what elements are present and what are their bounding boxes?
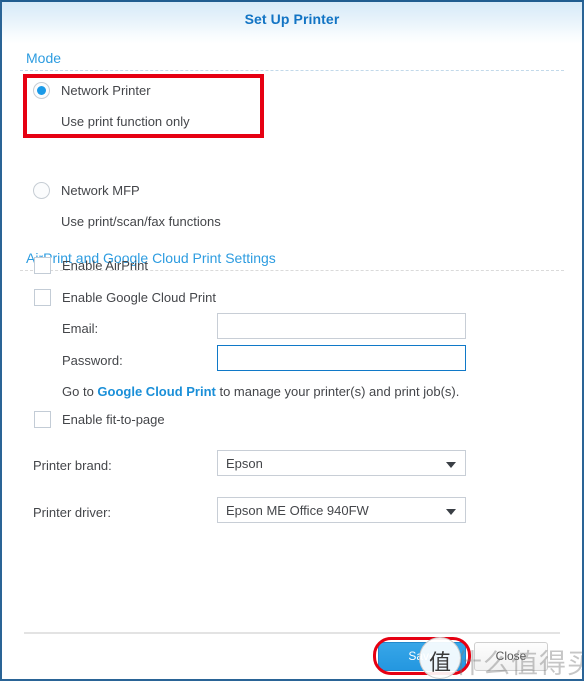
printer-brand-value: Epson	[226, 456, 263, 471]
google-cloud-print-info-row: Go to Google Cloud Print to manage your …	[62, 384, 459, 399]
checkbox-enable-fit-to-page[interactable]	[34, 411, 51, 428]
close-button[interactable]: Close	[474, 642, 548, 671]
printer-driver-select[interactable]: Epson ME Office 940FW	[217, 497, 466, 523]
checkbox-label-enable-fit-to-page[interactable]: Enable fit-to-page	[62, 412, 165, 427]
radio-description-network-mfp: Use print/scan/fax functions	[61, 214, 221, 229]
google-cloud-print-link[interactable]: Google Cloud Print	[97, 384, 215, 399]
checkbox-label-enable-airprint[interactable]: Enable AirPrint	[62, 258, 148, 273]
dialog-footer: Save Close	[2, 629, 582, 679]
dialog-content: Mode Network Printer Use print function …	[2, 44, 582, 629]
link-row-prefix: Go to	[62, 384, 98, 399]
password-field-label: Password:	[62, 353, 123, 368]
printer-brand-label: Printer brand:	[33, 458, 112, 473]
radio-description-network-printer: Use print function only	[61, 114, 190, 129]
chevron-down-icon	[446, 462, 456, 468]
printer-brand-select[interactable]: Epson	[217, 450, 466, 476]
save-button[interactable]: Save	[378, 642, 466, 671]
radio-network-printer[interactable]	[33, 82, 50, 99]
dialog-header: Set Up Printer	[2, 2, 582, 44]
page-title: Set Up Printer	[244, 11, 340, 27]
email-field[interactable]	[217, 313, 466, 339]
printer-driver-value: Epson ME Office 940FW	[226, 503, 369, 518]
radio-network-mfp[interactable]	[33, 182, 50, 199]
checkbox-enable-google-cloud-print[interactable]	[34, 289, 51, 306]
mode-section-heading: Mode	[26, 50, 62, 66]
radio-label-network-mfp[interactable]: Network MFP	[61, 183, 140, 198]
mode-section-divider	[20, 70, 564, 71]
chevron-down-icon	[446, 509, 456, 515]
radio-label-network-printer[interactable]: Network Printer	[61, 83, 151, 98]
checkbox-label-enable-google-cloud-print[interactable]: Enable Google Cloud Print	[62, 290, 216, 305]
set-up-printer-dialog: Set Up Printer Mode Network Printer Use …	[0, 0, 584, 681]
link-row-suffix: to manage your printer(s) and print job(…	[215, 384, 460, 399]
footer-divider	[24, 632, 560, 634]
password-field[interactable]	[217, 345, 466, 371]
email-field-label: Email:	[62, 321, 99, 336]
printer-driver-label: Printer driver:	[33, 505, 112, 520]
checkbox-enable-airprint[interactable]	[34, 257, 51, 274]
